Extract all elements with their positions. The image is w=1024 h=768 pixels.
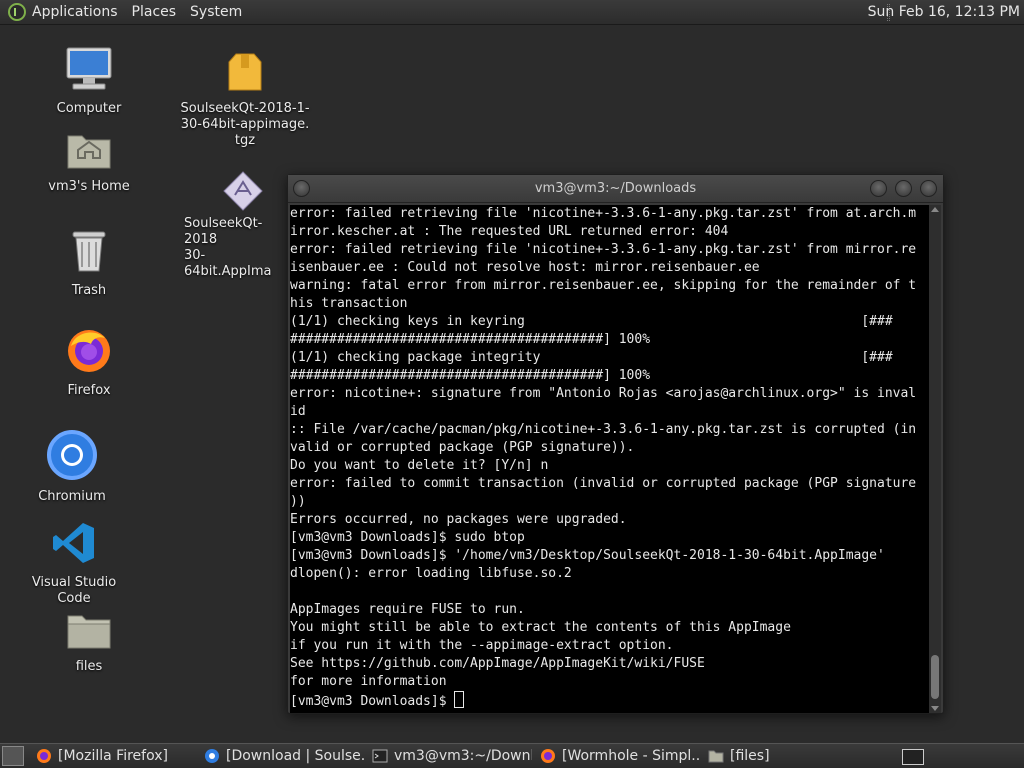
desktop-icon-label: Firefox <box>67 383 111 398</box>
task-chromium-download[interactable]: [Download | Soulse... <box>198 745 364 768</box>
distro-logo-icon[interactable] <box>8 3 26 21</box>
terminal-line: error: failed retrieving file 'nicotine+… <box>290 242 917 257</box>
top-panel: Applications Places System Sun Feb 16, 1… <box>0 0 1024 25</box>
terminal-line: isenbauer.ee : Could not resolve host: m… <box>290 260 760 275</box>
window-menu-button[interactable] <box>293 180 310 197</box>
scroll-up-arrow-icon[interactable] <box>931 207 939 212</box>
terminal-line: his transaction <box>290 296 408 311</box>
menu-applications[interactable]: Applications <box>32 4 118 20</box>
terminal-line: You might still be able to extract the c… <box>290 620 791 635</box>
desktop-icon-chromium[interactable]: Chromium <box>27 430 117 505</box>
terminal-prompt-line[interactable]: [vm3@vm3 Downloads]$ <box>290 691 930 709</box>
task-label: [Download | Soulse... <box>226 748 364 764</box>
menu-system[interactable]: System <box>190 4 242 20</box>
desktop-icon-label: Visual Studio Code <box>31 575 117 606</box>
terminal-titlebar[interactable]: vm3@vm3:~/Downloads <box>288 175 943 203</box>
terminal-icon <box>372 749 388 763</box>
terminal-line: (1/1) checking keys in keyring [### <box>290 314 893 329</box>
desktop-icon-soulseek-appimage[interactable]: SoulseekQt-2018 30-64bit.AppIma <box>180 170 290 280</box>
task-firefox[interactable]: [Mozilla Firefox] <box>30 745 196 768</box>
terminal-line: valid or corrupted package (PGP signatur… <box>290 440 635 455</box>
desktop-icon-soulseek-tgz[interactable]: SoulseekQt-2018-1- 30-64bit-appimage. tg… <box>180 52 310 149</box>
chromium-icon <box>47 430 97 480</box>
terminal-line: error: nicotine+: signature from "Antoni… <box>290 386 917 401</box>
firefox-icon <box>68 330 110 372</box>
terminal-title: vm3@vm3:~/Downloads <box>534 181 697 196</box>
folder-icon <box>708 750 724 763</box>
desktop-icon-label: Computer <box>56 101 122 116</box>
terminal-line: Errors occurred, no packages were upgrad… <box>290 512 627 527</box>
terminal-output[interactable]: error: failed retrieving file 'nicotine+… <box>290 205 930 713</box>
terminal-cursor <box>454 691 465 708</box>
desktop-icon-label: SoulseekQt-2018-1- <box>180 101 310 116</box>
terminal-line: [vm3@vm3 Downloads]$ sudo btop <box>290 530 525 545</box>
terminal-line: error: failed to commit transaction (inv… <box>290 476 917 491</box>
terminal-line: irror.kescher.at : The requested URL ret… <box>290 224 729 239</box>
terminal-line: [vm3@vm3 Downloads]$ '/home/vm3/Desktop/… <box>290 548 885 563</box>
desktop-icon-label: Chromium <box>38 489 106 504</box>
desktop-icon-label: 30-64bit-appimage. <box>180 117 310 132</box>
terminal-line: See https://github.com/AppImage/AppImage… <box>290 656 705 671</box>
desktop-icon-label: 30-64bit.AppIma <box>184 248 272 279</box>
minimize-button[interactable] <box>870 180 887 197</box>
firefox-icon <box>37 749 51 763</box>
desktop-icon-label: files <box>75 659 103 674</box>
desktop-icon-firefox[interactable]: Firefox <box>44 326 134 399</box>
folder-icon <box>67 615 111 649</box>
chromium-icon <box>205 749 219 763</box>
workspace-switcher[interactable] <box>902 749 924 765</box>
task-files[interactable]: [files] <box>702 745 822 768</box>
firefox-icon <box>541 749 555 763</box>
vscode-icon <box>53 523 94 563</box>
terminal-line: dlopen(): error loading libfuse.so.2 <box>290 566 572 581</box>
desktop-icon-computer[interactable]: Computer <box>44 46 134 117</box>
terminal-line: warning: fatal error from mirror.reisenb… <box>290 278 917 293</box>
trash-icon <box>72 231 106 272</box>
terminal-line: error: failed retrieving file 'nicotine+… <box>290 206 917 221</box>
maximize-button[interactable] <box>895 180 912 197</box>
terminal-line: :: File /var/cache/pacman/pkg/nicotine+-… <box>290 422 917 437</box>
terminal-line: (1/1) checking package integrity [### <box>290 350 893 365</box>
scroll-thumb[interactable] <box>931 655 939 699</box>
appimage-icon <box>223 171 263 211</box>
close-button[interactable] <box>920 180 937 197</box>
scroll-down-arrow-icon[interactable] <box>931 706 939 711</box>
computer-icon <box>66 47 112 90</box>
task-label: [Mozilla Firefox] <box>58 748 168 764</box>
menu-places[interactable]: Places <box>132 4 177 20</box>
task-wormhole[interactable]: [Wormhole - Simpl... <box>534 745 700 768</box>
desktop-icon-home[interactable]: vm3's Home <box>44 128 134 195</box>
terminal-line: AppImages require FUSE to run. <box>290 602 525 617</box>
terminal-line: ########################################… <box>290 368 651 383</box>
desktop-icon-vscode[interactable]: Visual Studio Code <box>14 520 134 607</box>
desktop-icon-label: SoulseekQt-2018 <box>184 216 263 247</box>
task-label: [Wormhole - Simpl... <box>562 748 700 764</box>
home-folder-icon <box>67 135 111 169</box>
bottom-taskbar: [Mozilla Firefox] [Download | Soulse... … <box>0 743 1024 768</box>
desktop-icon-label: tgz <box>234 133 256 148</box>
terminal-line: id <box>290 404 306 419</box>
terminal-line: ########################################… <box>290 332 651 347</box>
desktop-icon-label: vm3's Home <box>48 179 130 194</box>
archive-icon <box>228 53 262 91</box>
terminal-prompt: [vm3@vm3 Downloads]$ <box>290 694 455 709</box>
desktop-icon-files[interactable]: files <box>44 610 134 675</box>
task-label: vm3@vm3:~/Downl... <box>394 748 532 764</box>
task-label: [files] <box>730 748 770 764</box>
terminal-window[interactable]: vm3@vm3:~/Downloads error: failed retrie… <box>287 174 944 714</box>
terminal-scrollbar[interactable] <box>929 205 941 713</box>
desktop-icon-label: Trash <box>71 283 107 298</box>
task-terminal[interactable]: vm3@vm3:~/Downl... <box>366 745 532 768</box>
show-desktop-button[interactable] <box>2 746 24 766</box>
desktop-icon-trash[interactable]: Trash <box>44 228 134 299</box>
terminal-line: )) <box>290 494 306 509</box>
terminal-line: if you run it with the --appimage-extrac… <box>290 638 674 653</box>
terminal-line: Do you want to delete it? [Y/n] n <box>290 458 549 473</box>
clock[interactable]: Sun Feb 16, 12:13 PM <box>868 4 1020 20</box>
terminal-line: for more information <box>290 674 447 689</box>
